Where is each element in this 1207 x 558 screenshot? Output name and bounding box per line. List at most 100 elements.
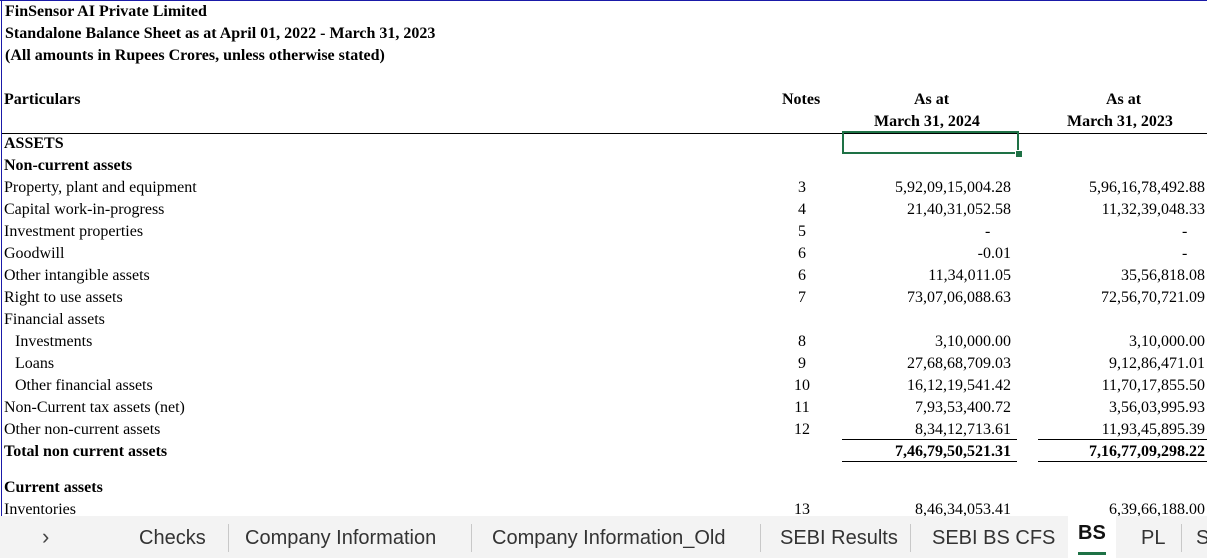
amounts-note: (All amounts in Rupees Crores, unless ot… [5,47,385,64]
row-value-2023: 11,70,17,855.50 [1101,377,1205,394]
spreadsheet-grid[interactable]: FinSensor AI Private Limited Standalone … [0,0,1207,516]
row-label: ASSETS [4,135,64,152]
row-label: Other intangible assets [4,267,150,284]
row-label: Right to use assets [4,289,123,306]
row-value-2024: 7,46,79,50,521.31 [895,443,1011,460]
table-row[interactable]: Property, plant and equipment 3 5,92,09,… [0,177,1207,199]
row-value-2023: 5,96,16,78,492.88 [1089,179,1205,196]
row-value-2024: 7,93,53,400.72 [915,399,1011,416]
row-value-2024: 5,92,09,15,004.28 [895,179,1011,196]
sheet-tab-bar: ‹ › Checks Company Information Company I… [0,516,1207,558]
row-label: Financial assets [4,311,105,328]
next-sheet-icon[interactable]: › [42,524,49,550]
table-row[interactable]: Non-Current tax assets (net) 11 7,93,53,… [0,397,1207,419]
row-note: 3 [798,179,806,196]
company-name: FinSensor AI Private Limited [5,3,207,20]
row-label: Total non current assets [4,443,168,460]
table-row[interactable]: Goodwill 6 -0.01 - [0,243,1207,265]
table-row[interactable]: Capital work-in-progress 4 21,40,31,052.… [0,199,1207,221]
col1-header-line1: As at [914,91,950,108]
tab-separator [228,524,229,552]
col2-header-line2: March 31, 2023 [1067,113,1173,130]
tab-bs-label: BS [1078,522,1106,544]
tab-sebi-bs-cfs[interactable]: SEBI BS CFS [932,527,1055,550]
row-value-2024: 16,12,19,541.42 [907,377,1011,394]
row-note: 11 [794,399,810,416]
tab-separator [1181,524,1182,552]
row-label: Other financial assets [15,377,153,394]
table-row[interactable]: Financial assets [0,309,1207,331]
table-row[interactable]: Other financial assets 10 16,12,19,541.4… [0,375,1207,397]
row-note: 7 [798,289,806,306]
tab-bs[interactable]: BS [1068,516,1116,558]
row-value-2023: 11,93,45,895.39 [1101,421,1205,438]
tab-company-information[interactable]: Company Information [245,527,436,550]
table-row[interactable]: Inventories 13 8,46,34,053.41 6,39,66,18… [0,499,1207,516]
row-label: Current assets [4,479,103,496]
table-row[interactable]: Non-current assets [0,155,1207,177]
row-value-2023: 35,56,818.08 [1121,267,1205,284]
subtotal-rule [1038,439,1207,440]
row-value-2024: -0.01 [977,245,1011,262]
total-double-rule [842,461,1017,462]
row-note: 12 [794,421,810,438]
row-label: Other non-current assets [4,421,161,438]
col2-header-line1: As at [1106,91,1142,108]
row-note: 4 [798,201,806,218]
table-row[interactable]: Right to use assets 7 73,07,06,088.63 72… [0,287,1207,309]
table-row[interactable]: Other intangible assets 6 11,34,011.05 3… [0,265,1207,287]
table-row[interactable]: Current assets [0,477,1207,499]
row-label: Goodwill [4,245,65,262]
tab-pl[interactable]: PL [1141,527,1165,550]
tab-separator [471,524,472,552]
row-label: Capital work-in-progress [4,201,165,218]
row-note: 5 [798,223,806,240]
tab-separator [910,524,911,552]
total-double-rule [1038,461,1207,462]
table-row[interactable]: Investment properties 5 - - [0,221,1207,243]
tab-separator [760,524,761,552]
row-note: 6 [798,245,806,262]
row-value-2024: 11,34,011.05 [928,267,1011,284]
row-value-2023: 9,12,86,471.01 [1109,355,1205,372]
table-row[interactable]: Loans 9 27,68,68,709.03 9,12,86,471.01 [0,353,1207,375]
row-value-2024: 8,46,34,053.41 [915,501,1011,516]
row-note: 10 [794,377,810,394]
row-value-2023: 3,10,000.00 [1129,333,1205,350]
active-tab-indicator [1078,552,1106,555]
row-value-2024: 27,68,68,709.03 [907,355,1011,372]
tab-checks[interactable]: Checks [139,527,206,550]
tab-s[interactable]: S [1196,527,1207,550]
row-value-2023: 72,56,70,721.09 [1101,289,1205,306]
particulars-header: Particulars [4,91,81,108]
row-value-2023: - [1182,245,1188,262]
row-note: 6 [798,267,806,284]
row-label: Non-current assets [4,157,133,174]
row-label: Investment properties [4,223,144,240]
statement-title: Standalone Balance Sheet as at April 01,… [5,25,436,42]
row-value-2024: 73,07,06,088.63 [907,289,1011,306]
grid-border-top [0,0,1207,1]
row-value-2023: 11,32,39,048.33 [1101,201,1205,218]
table-row[interactable]: Investments 8 3,10,000.00 3,10,000.00 [0,331,1207,353]
tab-company-information-old[interactable]: Company Information_Old [492,527,725,550]
row-note: 8 [798,333,806,350]
row-label: Investments [15,333,93,350]
row-note: 9 [798,355,806,372]
row-value-2023: - [1182,223,1188,240]
row-value-2023: 6,39,66,188.00 [1109,501,1205,516]
row-label: Property, plant and equipment [4,179,197,196]
row-value-2023: 7,16,77,09,298.22 [1089,443,1205,460]
row-value-2023: 3,56,03,995.93 [1109,399,1205,416]
total-row[interactable]: Total non current assets 7,46,79,50,521.… [0,441,1207,463]
row-value-2024: 8,34,12,713.61 [915,421,1011,438]
row-value-2024: - [985,223,991,240]
row-label: Loans [15,355,55,372]
table-row[interactable]: ASSETS [0,133,1207,155]
notes-header: Notes [782,91,821,108]
table-row[interactable]: Other non-current assets 12 8,34,12,713.… [0,419,1207,441]
col1-header-line2: March 31, 2024 [874,113,980,130]
tab-sebi-results[interactable]: SEBI Results [780,527,898,550]
subtotal-rule [842,439,1017,440]
row-label: Inventories [4,501,76,516]
